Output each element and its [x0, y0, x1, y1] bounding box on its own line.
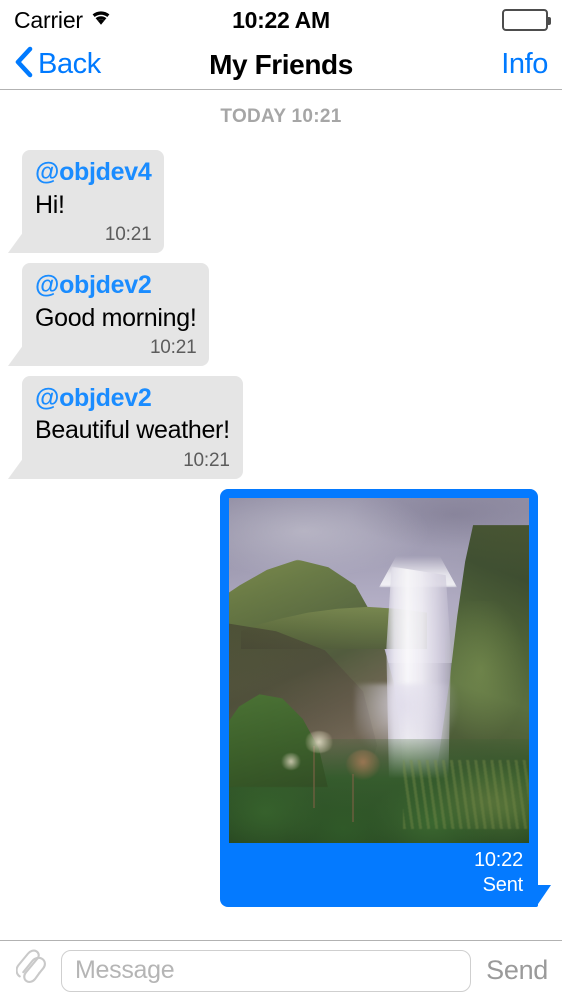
message-text: Hi!	[35, 190, 65, 219]
carrier-label: Carrier	[14, 6, 83, 33]
message-timestamp: 10:21	[183, 449, 230, 471]
status-bar-right	[502, 9, 551, 31]
message-input[interactable]	[61, 949, 472, 992]
message-bubble-incoming[interactable]: @objdev4 Hi! 10:21	[7, 150, 165, 253]
message-row: @objdev2 Good morning! 10:21	[0, 262, 562, 366]
message-text: Good morning!	[35, 303, 197, 332]
photo-attachment-waterfall[interactable]	[229, 497, 529, 843]
status-bar-left: Carrier	[14, 7, 112, 34]
messaging-app-screen: Carrier 10:22 AM Back My Friends Info TO…	[0, 0, 562, 1000]
page-title: My Friends	[209, 49, 353, 80]
battery-icon	[502, 9, 551, 31]
message-sender: @objdev2	[35, 270, 152, 299]
message-status: Sent	[482, 873, 524, 896]
message-bubble-outgoing[interactable]: 10:22 Sent	[220, 488, 551, 907]
message-meta: 10:22 Sent	[229, 843, 529, 904]
status-time: 10:22 AM	[232, 6, 330, 33]
message-bubble-incoming[interactable]: @objdev2 Beautiful weather! 10:21	[8, 375, 243, 479]
message-timestamp: 10:22	[473, 848, 523, 871]
nav-bar: Back My Friends Info	[0, 40, 562, 90]
message-sender: @objdev2	[35, 383, 152, 412]
paperclip-icon	[15, 949, 46, 992]
message-bubble-incoming[interactable]: @objdev2 Good morning! 10:21	[7, 262, 210, 366]
message-row: 10:22 Sent	[0, 488, 562, 907]
status-bar: Carrier 10:22 AM	[0, 0, 562, 40]
message-text: Beautiful weather!	[35, 416, 230, 445]
photo-vignette	[229, 497, 529, 843]
info-button[interactable]: Info	[501, 48, 548, 81]
message-timestamp: 10:21	[149, 336, 197, 358]
chevron-left-icon	[14, 46, 34, 83]
conversation-list[interactable]: TODAY 10:21 @objdev4 Hi! 10:21 @objdev2 …	[0, 90, 562, 940]
day-separator: TODAY 10:21	[220, 106, 342, 127]
back-button-label: Back	[38, 48, 101, 80]
send-button[interactable]: Send	[484, 955, 548, 986]
message-row: @objdev4 Hi! 10:21	[0, 150, 562, 253]
attach-button[interactable]	[14, 949, 48, 992]
message-input-bar: Send	[0, 940, 562, 1000]
message-timestamp: 10:21	[104, 224, 152, 245]
message-sender: @objdev4	[35, 158, 152, 186]
wifi-icon	[90, 9, 112, 31]
message-row: @objdev2 Beautiful weather! 10:21	[0, 375, 562, 479]
back-button[interactable]: Back	[14, 46, 101, 83]
